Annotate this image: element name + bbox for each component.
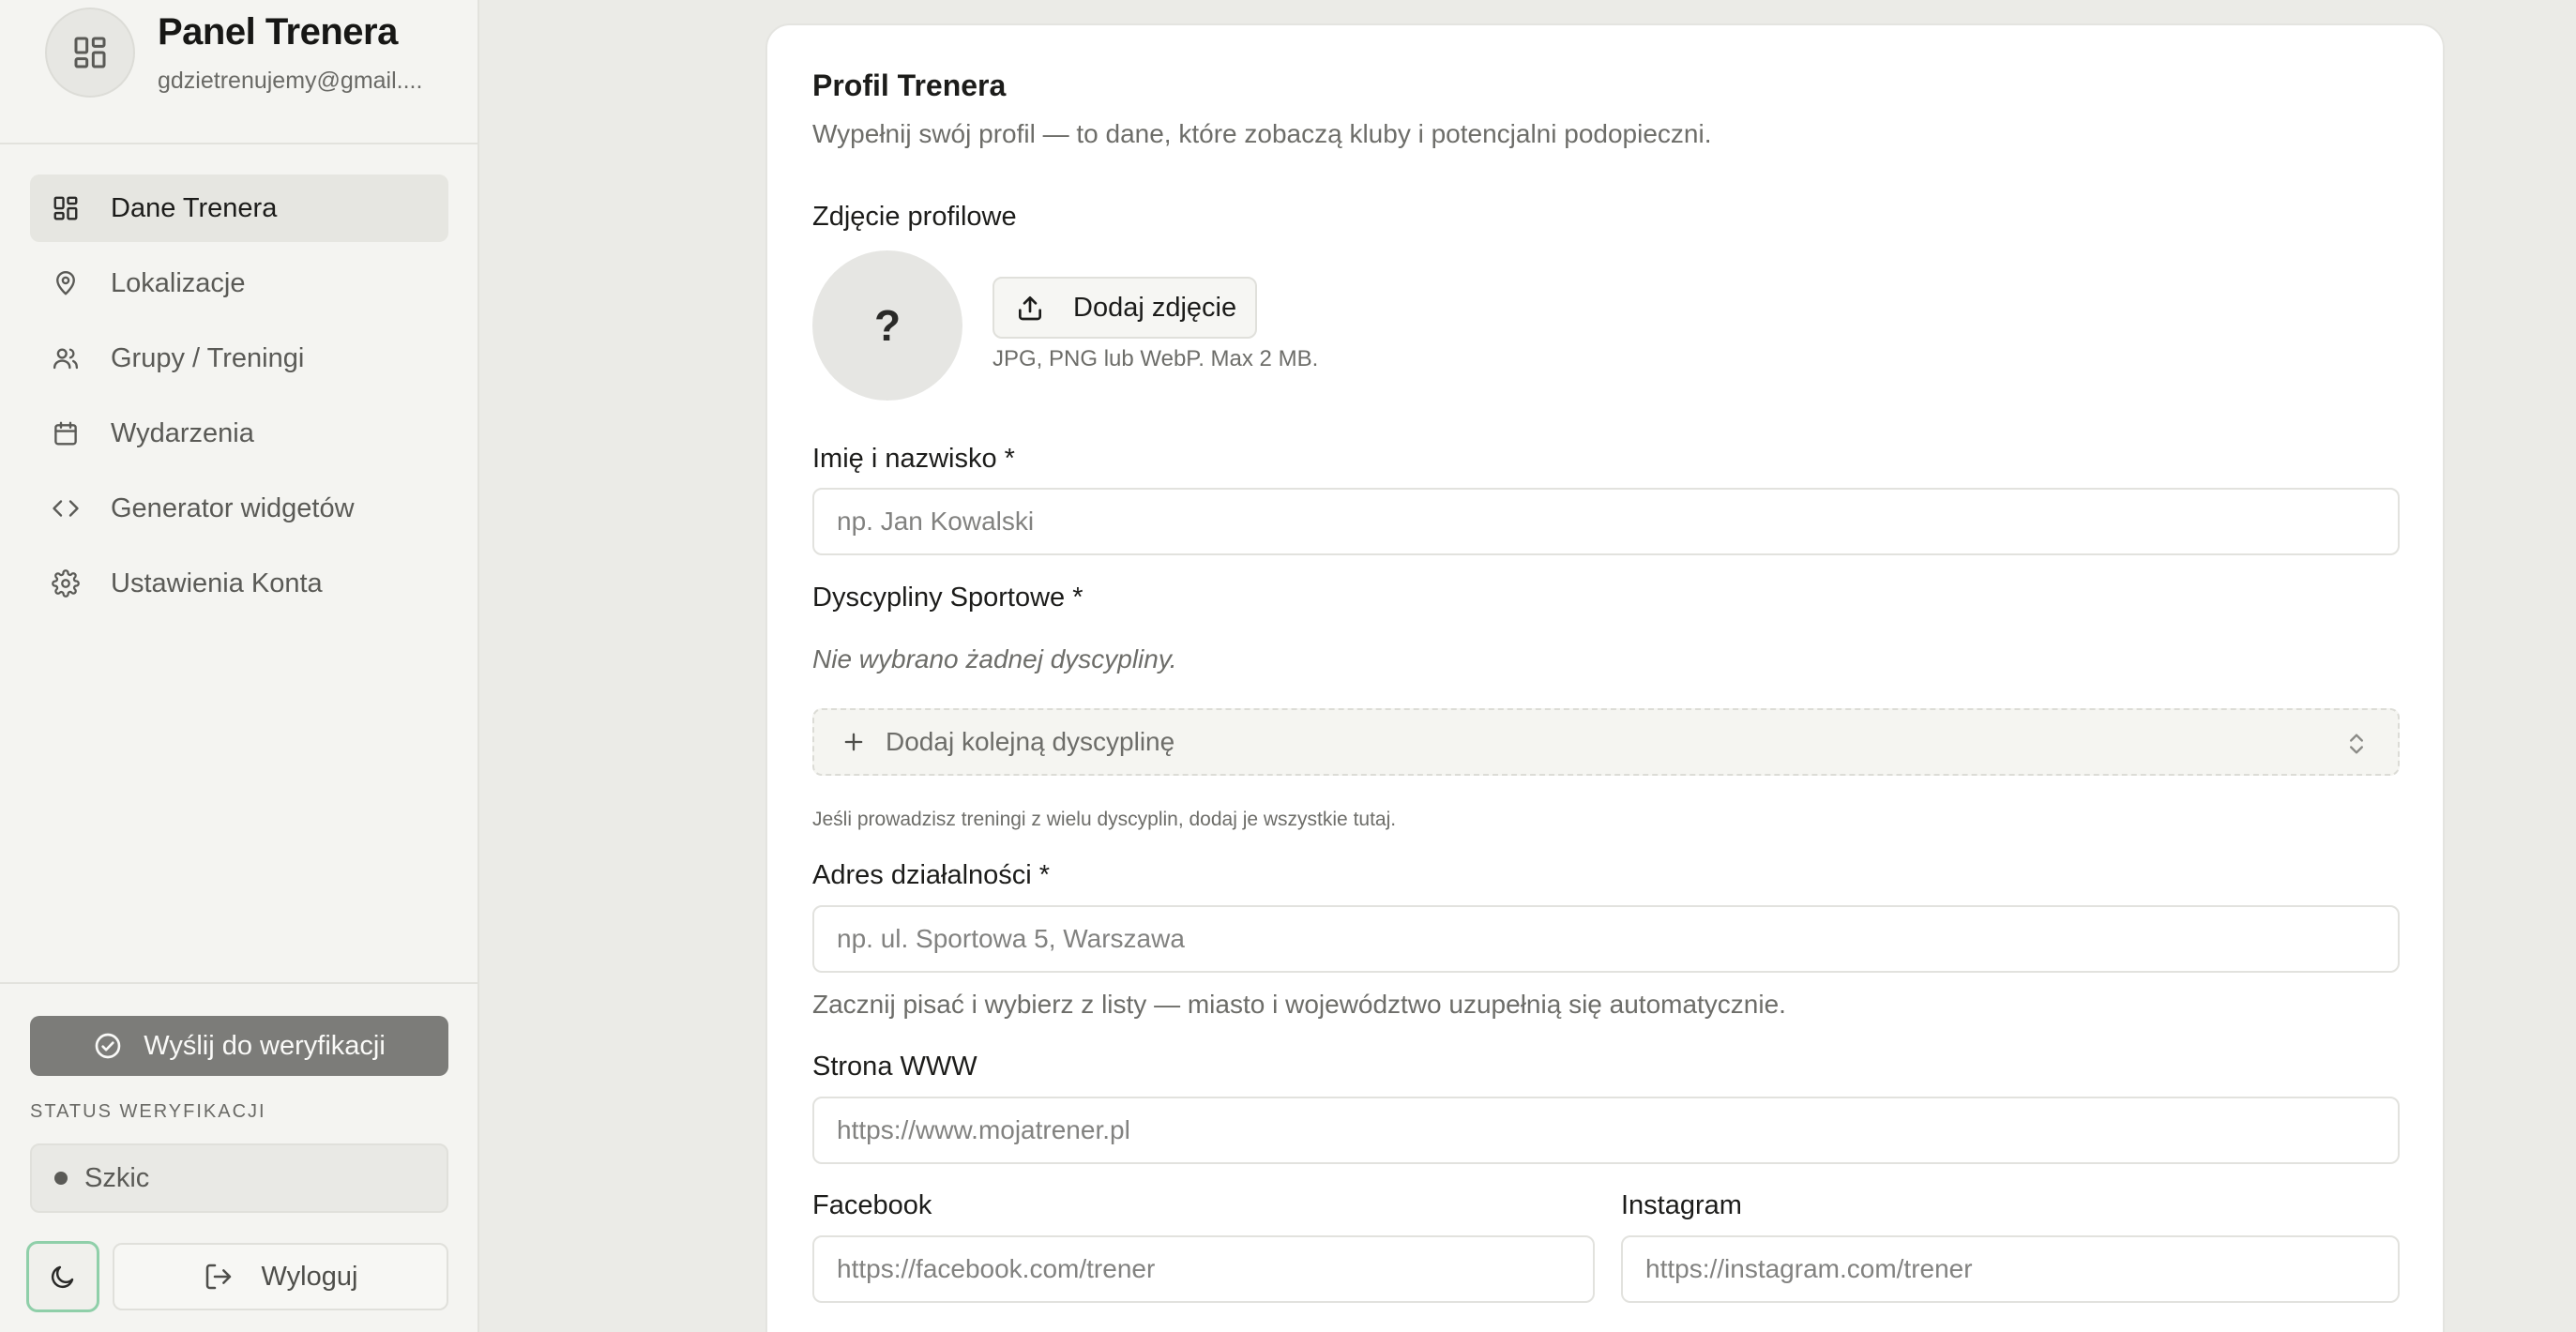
app-root: Panel Trenera gdzietrenujemy@gmail.... D… [0,0,2576,1332]
check-circle-icon [95,1033,121,1059]
sidebar-item-ustawienia-konta[interactable]: Ustawienia Konta [30,550,448,617]
logout-button[interactable]: Wyloguj [113,1243,448,1310]
sidebar-item-dane-trenera[interactable]: Dane Trenera [30,174,448,242]
sidebar-item-grupy-treningi[interactable]: Grupy / Treningi [30,325,448,392]
sidebar-nav: Dane Trenera Lokalizacje Grupy / Trening… [30,174,448,625]
sidebar-item-label: Dane Trenera [111,192,278,223]
app-logo-icon [45,8,135,98]
address-hint: Zacznij pisać i wybierz z listy — miasto… [812,990,1786,1019]
add-discipline-select[interactable]: Dodaj kolejną dyscyplinę [812,708,2400,776]
avatar: ? [812,250,962,401]
sidebar: Panel Trenera gdzietrenujemy@gmail.... D… [0,0,479,1332]
send-for-verification-label: Wyślij do weryfikacji [144,1030,386,1061]
app-title: Panel Trenera [158,11,398,53]
add-photo-label: Dodaj zdjęcie [1073,292,1237,323]
moon-icon [51,1265,74,1289]
disciplines-label: Dyscypliny Sportowe * [812,583,1083,613]
code-icon [51,493,81,523]
send-for-verification-button[interactable]: Wyślij do weryfikacji [30,1016,448,1076]
logout-icon [205,1264,231,1290]
sidebar-footer: Wyślij do weryfikacji STATUS WERYFIKACJI… [0,982,477,1332]
photo-format-hint: JPG, PNG lub WebP. Max 2 MB. [993,346,1319,371]
gear-icon [51,568,81,598]
upload-icon [1019,296,1041,321]
verification-status-value: Szkic [84,1162,150,1193]
users-icon [51,343,81,373]
verification-status-badge: Szkic [30,1143,448,1213]
address-label: Adres działalności * [812,860,1051,890]
page-subtitle: Wypełnij swój profil — to dane, które zo… [812,119,1712,148]
theme-toggle-button[interactable] [26,1241,99,1312]
status-dot-icon [54,1172,68,1185]
add-photo-button[interactable]: Dodaj zdjęcie [993,277,1257,339]
user-email: gdzietrenujemy@gmail.... [158,68,423,94]
website-input[interactable] [812,1097,2400,1164]
profile-form-card: Profil Trenera Wypełnij swój profil — to… [765,23,2445,1332]
map-pin-icon [51,268,81,298]
name-input[interactable] [812,488,2400,555]
sidebar-item-label: Grupy / Treningi [111,342,305,373]
sidebar-item-generator-widgetow[interactable]: Generator widgetów [30,475,448,542]
sidebar-item-label: Lokalizacje [111,267,246,298]
sidebar-item-wydarzenia[interactable]: Wydarzenia [30,400,448,467]
chevron-up-down-icon [2350,734,2363,754]
name-label: Imię i nazwisko * [812,444,1015,474]
sidebar-item-label: Ustawienia Konta [111,568,323,598]
disciplines-hint: Jeśli prowadzisz treningi z wielu dyscyp… [812,809,1397,830]
address-input[interactable] [812,905,2400,973]
dashboard-icon [51,193,81,223]
add-discipline-label: Dodaj kolejną dyscyplinę [886,727,1175,756]
sidebar-item-lokalizacje[interactable]: Lokalizacje [30,250,448,317]
disciplines-empty-state: Nie wybrano żadnej dyscypliny. [812,644,1177,674]
instagram-label: Instagram [1621,1190,1742,1220]
avatar-placeholder: ? [873,301,902,350]
calendar-icon [51,418,81,448]
verification-status-label: STATUS WERYFIKACJI [30,1101,266,1122]
website-label: Strona WWW [812,1052,977,1082]
sidebar-item-label: Wydarzenia [111,417,254,448]
page-title: Profil Trenera [812,68,1007,102]
logout-label: Wyloguj [261,1261,358,1292]
instagram-input[interactable] [1621,1235,2400,1303]
profile-photo-label: Zdjęcie profilowe [812,202,1017,232]
plus-icon [844,733,863,751]
facebook-input[interactable] [812,1235,1595,1303]
facebook-label: Facebook [812,1190,932,1220]
sidebar-item-label: Generator widgetów [111,492,355,523]
sidebar-header: Panel Trenera gdzietrenujemy@gmail.... [0,0,477,144]
